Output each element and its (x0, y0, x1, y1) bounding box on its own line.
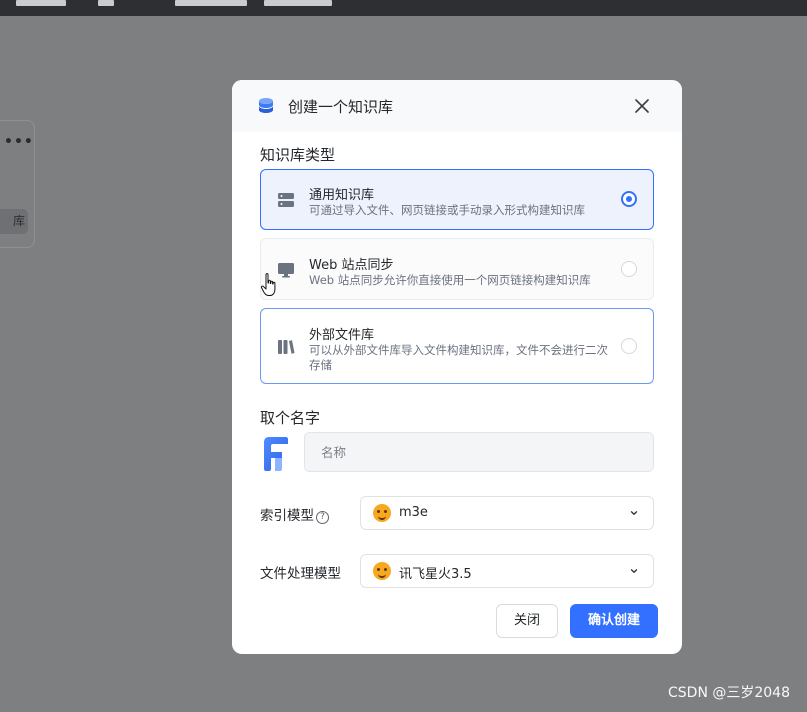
help-icon[interactable]: ? (316, 511, 329, 524)
topbar-item (16, 0, 66, 6)
server-icon (278, 193, 294, 207)
topbar-item (98, 0, 114, 6)
index-model-label-text: 索引模型 (260, 508, 314, 524)
radio-unselected[interactable] (621, 261, 637, 277)
csdn-watermark: CSDN @三岁2048 (668, 685, 790, 701)
option-description: 可以从外部文件库导入文件构建知识库，文件不会进行二次存储 (309, 343, 608, 372)
option-description: Web 站点同步允许你直接使用一个网页链接构建知识库 (309, 273, 591, 287)
chevron-down-icon (630, 569, 638, 573)
knowledge-base-icon (259, 98, 273, 113)
create-kb-dialog: 创建一个知识库 知识库类型 通用知识库 可通过导入文件、网页链接或手动录入形式构… (232, 80, 682, 654)
dialog-header: 创建一个知识库 (232, 80, 682, 132)
close-button[interactable]: 关闭 (496, 604, 558, 638)
option-title: 外部文件库 (309, 328, 375, 343)
radio-selected[interactable] (621, 191, 637, 207)
app-topbar (0, 0, 807, 16)
dialog-title: 创建一个知识库 (288, 98, 394, 116)
library-icon (278, 340, 295, 354)
option-title: Web 站点同步 (309, 258, 394, 273)
option-title: 通用知识库 (309, 188, 375, 203)
kb-type-option-external-files[interactable]: 外部文件库 可以从外部文件库导入文件构建知识库，文件不会进行二次存储 (260, 308, 654, 384)
index-model-value: m3e (399, 505, 428, 520)
kb-type-option-general[interactable]: 通用知识库 可通过导入文件、网页链接或手动录入形式构建知识库 (260, 169, 654, 230)
file-model-select[interactable]: 讯飞星火3.5 (360, 554, 654, 588)
chevron-down-icon (630, 511, 638, 515)
index-model-select[interactable]: m3e (360, 496, 654, 530)
name-input[interactable] (304, 432, 654, 472)
hugging-face-icon (373, 504, 391, 522)
file-model-value: 讯飞星火3.5 (399, 567, 472, 582)
background-tag: 库 (0, 209, 28, 234)
close-icon[interactable] (632, 96, 652, 116)
hugging-face-icon (373, 562, 391, 580)
hand-cursor-icon (260, 273, 276, 296)
index-model-label: 索引模型? (260, 504, 329, 524)
radio-unselected[interactable] (621, 338, 637, 354)
kb-type-label: 知识库类型 (260, 146, 336, 164)
name-label: 取个名字 (260, 409, 321, 427)
topbar-item (264, 0, 332, 6)
option-description: 可通过导入文件、网页链接或手动录入形式构建知识库 (309, 203, 585, 217)
more-icon: ••• (4, 134, 34, 150)
kb-type-option-web-sync[interactable]: Web 站点同步 Web 站点同步允许你直接使用一个网页链接构建知识库 (260, 238, 654, 300)
topbar-item (175, 0, 247, 6)
confirm-create-button[interactable]: 确认创建 (570, 604, 658, 638)
file-model-label: 文件处理模型 (260, 566, 341, 582)
kb-avatar-icon[interactable] (262, 436, 290, 472)
